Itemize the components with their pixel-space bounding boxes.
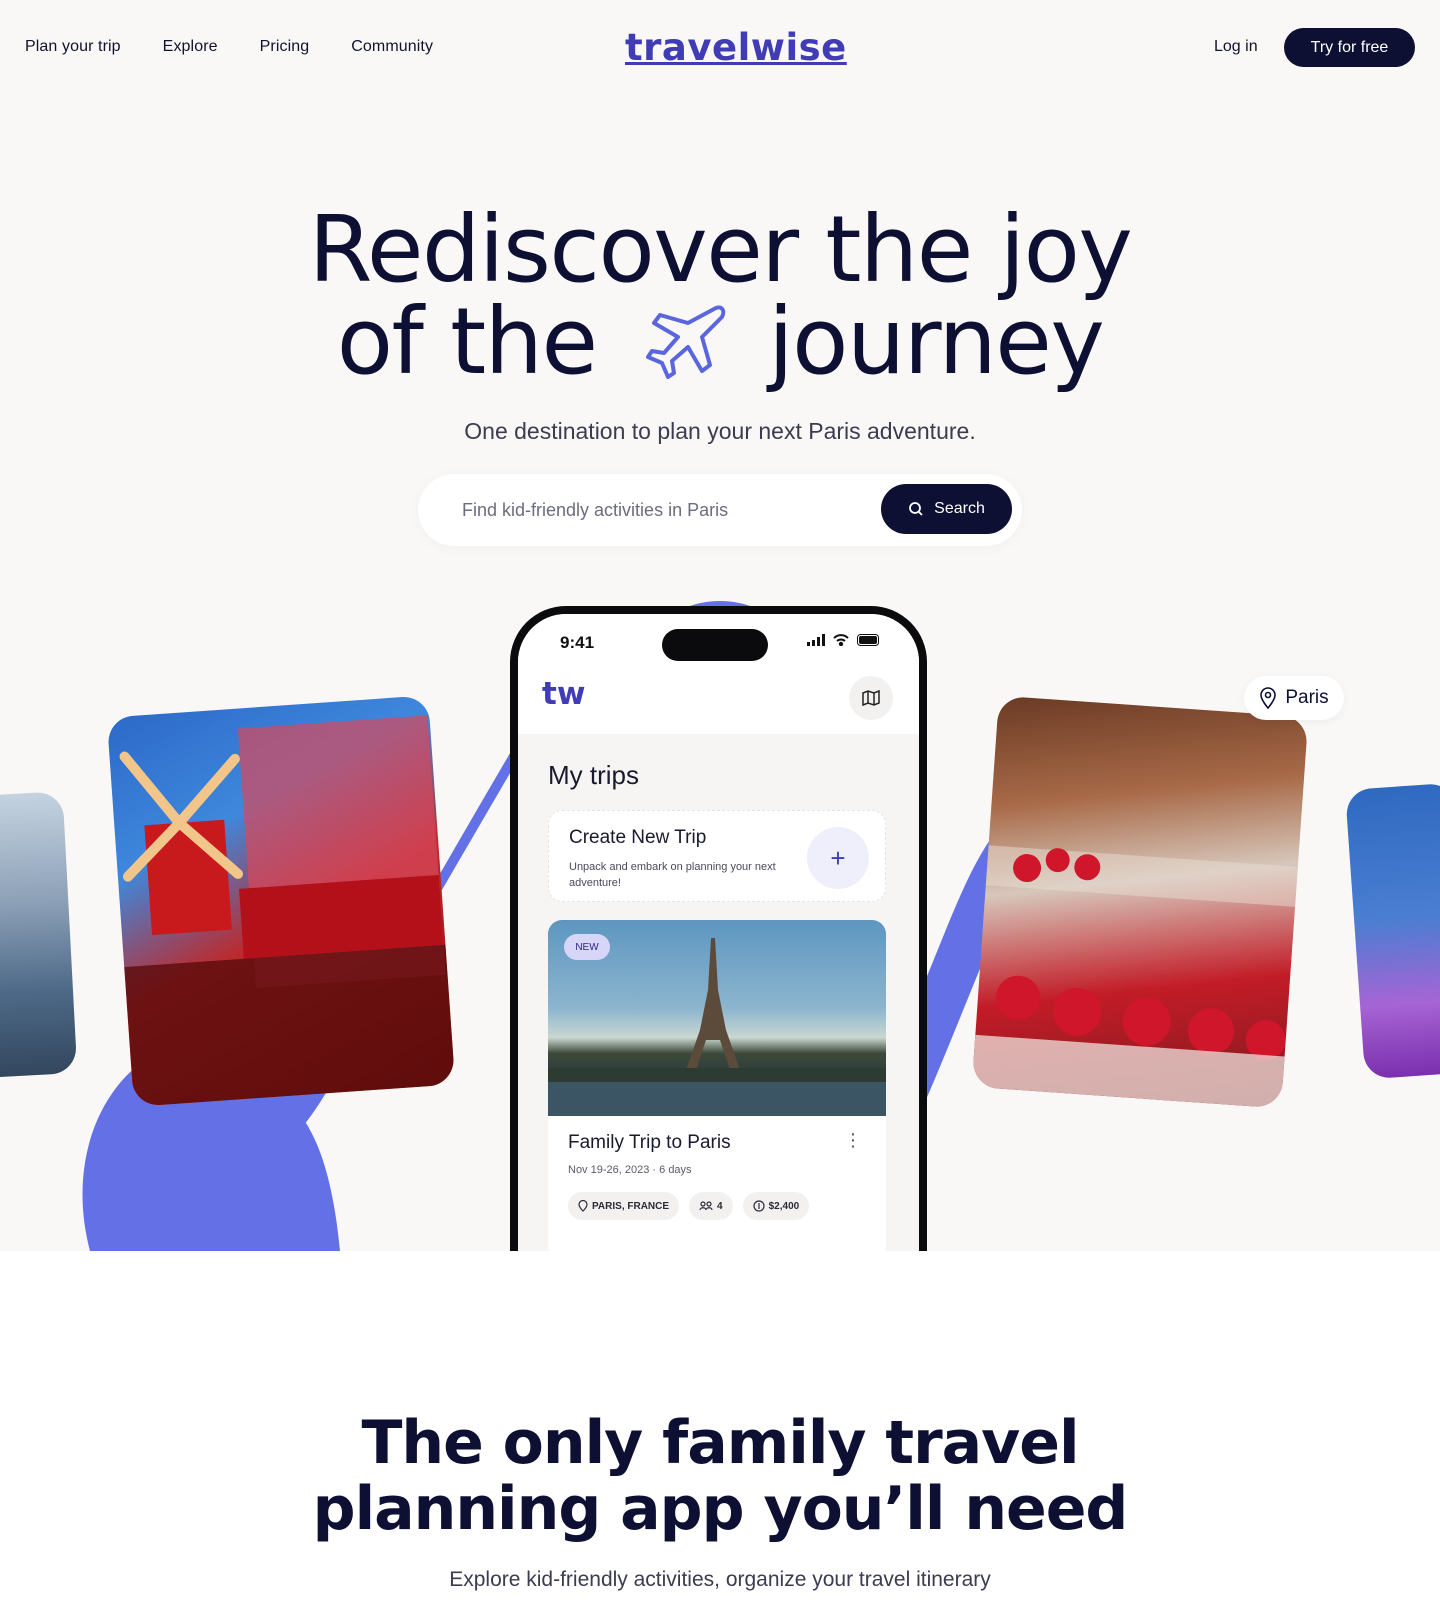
- section-title-line-1: The only family travel: [361, 1408, 1079, 1478]
- nav-link-community[interactable]: Community: [351, 38, 433, 56]
- nav-links: Plan your trip Explore Pricing Community: [25, 38, 433, 56]
- search-icon: [909, 502, 923, 516]
- hero-subtitle: One destination to plan your next Paris …: [464, 418, 976, 444]
- login-link[interactable]: Log in: [1214, 38, 1258, 56]
- section-title: The only family travel planning app you’…: [0, 1410, 1440, 1542]
- trip-tags: PARIS, FRANCE 4 $2,400: [568, 1192, 810, 1220]
- app-header: tw: [518, 676, 919, 734]
- more-options-icon[interactable]: ⋮: [844, 1131, 862, 1149]
- trip-photo-eiffel-tower: NEW: [548, 920, 886, 1116]
- top-nav: Plan your trip Explore Pricing Community…: [0, 0, 1440, 96]
- dynamic-island: [662, 629, 768, 661]
- tag-location-label: PARIS, FRANCE: [592, 1200, 670, 1212]
- battery-icon: [857, 634, 879, 646]
- search-bar: Search: [418, 474, 1022, 546]
- windmill-shape: [119, 751, 244, 936]
- screen-title: My trips: [548, 760, 639, 790]
- hero-headline-line-1: Rediscover the joy: [308, 196, 1133, 303]
- eiffel-tower-shape: [686, 938, 740, 1070]
- dollar-icon: [753, 1200, 765, 1212]
- hero-section: Rediscover the joy of the journey One de…: [0, 96, 1440, 1251]
- brand-logo[interactable]: travelwise: [625, 26, 847, 69]
- hero-headline-line-2: of the journey: [0, 296, 1440, 388]
- search-button[interactable]: Search: [881, 484, 1012, 534]
- location-chip[interactable]: Paris: [1244, 676, 1344, 720]
- nav-link-explore[interactable]: Explore: [163, 38, 218, 56]
- status-bar: 9:41: [518, 614, 919, 676]
- search-input[interactable]: [462, 496, 882, 524]
- photo-pastry-display: [971, 695, 1309, 1109]
- tag-budget: $2,400: [742, 1192, 810, 1220]
- phone-screen: 9:41 tw My trips Create New Trip Unpack …: [518, 614, 919, 1251]
- create-trip-subtitle: Unpack and embark on planning your next …: [569, 861, 776, 889]
- map-button[interactable]: [849, 676, 893, 720]
- plus-icon: +: [830, 842, 846, 873]
- trip-date-range: Nov 19-26, 2023: [568, 1164, 650, 1176]
- search-button-label: Search: [934, 500, 985, 517]
- create-trip-title: Create New Trip: [569, 827, 707, 848]
- tag-travelers-label: 4: [717, 1200, 723, 1212]
- nav-link-plan-your-trip[interactable]: Plan your trip: [25, 38, 121, 56]
- try-for-free-button[interactable]: Try for free: [1284, 28, 1415, 67]
- tag-location: PARIS, FRANCE: [568, 1192, 680, 1220]
- trip-title: Family Trip to Paris: [568, 1132, 731, 1153]
- location-pin-icon: [578, 1200, 588, 1212]
- nav-link-pricing[interactable]: Pricing: [260, 38, 310, 56]
- section-title-line-2: planning app you’ll need: [312, 1474, 1129, 1544]
- create-trip-card[interactable]: Create New Trip Unpack and embark on pla…: [548, 810, 886, 902]
- wifi-icon: [833, 634, 849, 646]
- section-subtitle: Explore kid-friendly activities, organiz…: [449, 1568, 991, 1591]
- app-logo[interactable]: tw: [542, 676, 585, 712]
- trip-card[interactable]: NEW Family Trip to Paris ⋮ Nov 19-26, 20…: [548, 920, 886, 1251]
- signal-icon: [807, 634, 825, 646]
- add-trip-button[interactable]: +: [807, 827, 869, 889]
- location-chip-label: Paris: [1285, 687, 1329, 708]
- location-pin-icon: [1260, 687, 1277, 709]
- tag-budget-label: $2,400: [768, 1200, 800, 1212]
- new-badge: NEW: [564, 934, 610, 960]
- airplane-icon: [636, 299, 728, 379]
- status-time: 9:41: [560, 633, 595, 652]
- trip-duration: 6 days: [659, 1164, 692, 1176]
- status-icons: [807, 634, 881, 646]
- hero-headline-part-a: of the: [336, 288, 598, 395]
- people-icon: [699, 1201, 713, 1211]
- hero-headline-part-b: journey: [768, 288, 1105, 395]
- tag-travelers: 4: [689, 1192, 733, 1220]
- map-icon: [862, 689, 880, 707]
- phone-mockup: 9:41 tw My trips Create New Trip Unpack …: [510, 606, 927, 1251]
- trip-dates: Nov 19-26, 2023 · 6 days: [568, 1164, 692, 1176]
- photo-moulin-rouge: [106, 695, 456, 1107]
